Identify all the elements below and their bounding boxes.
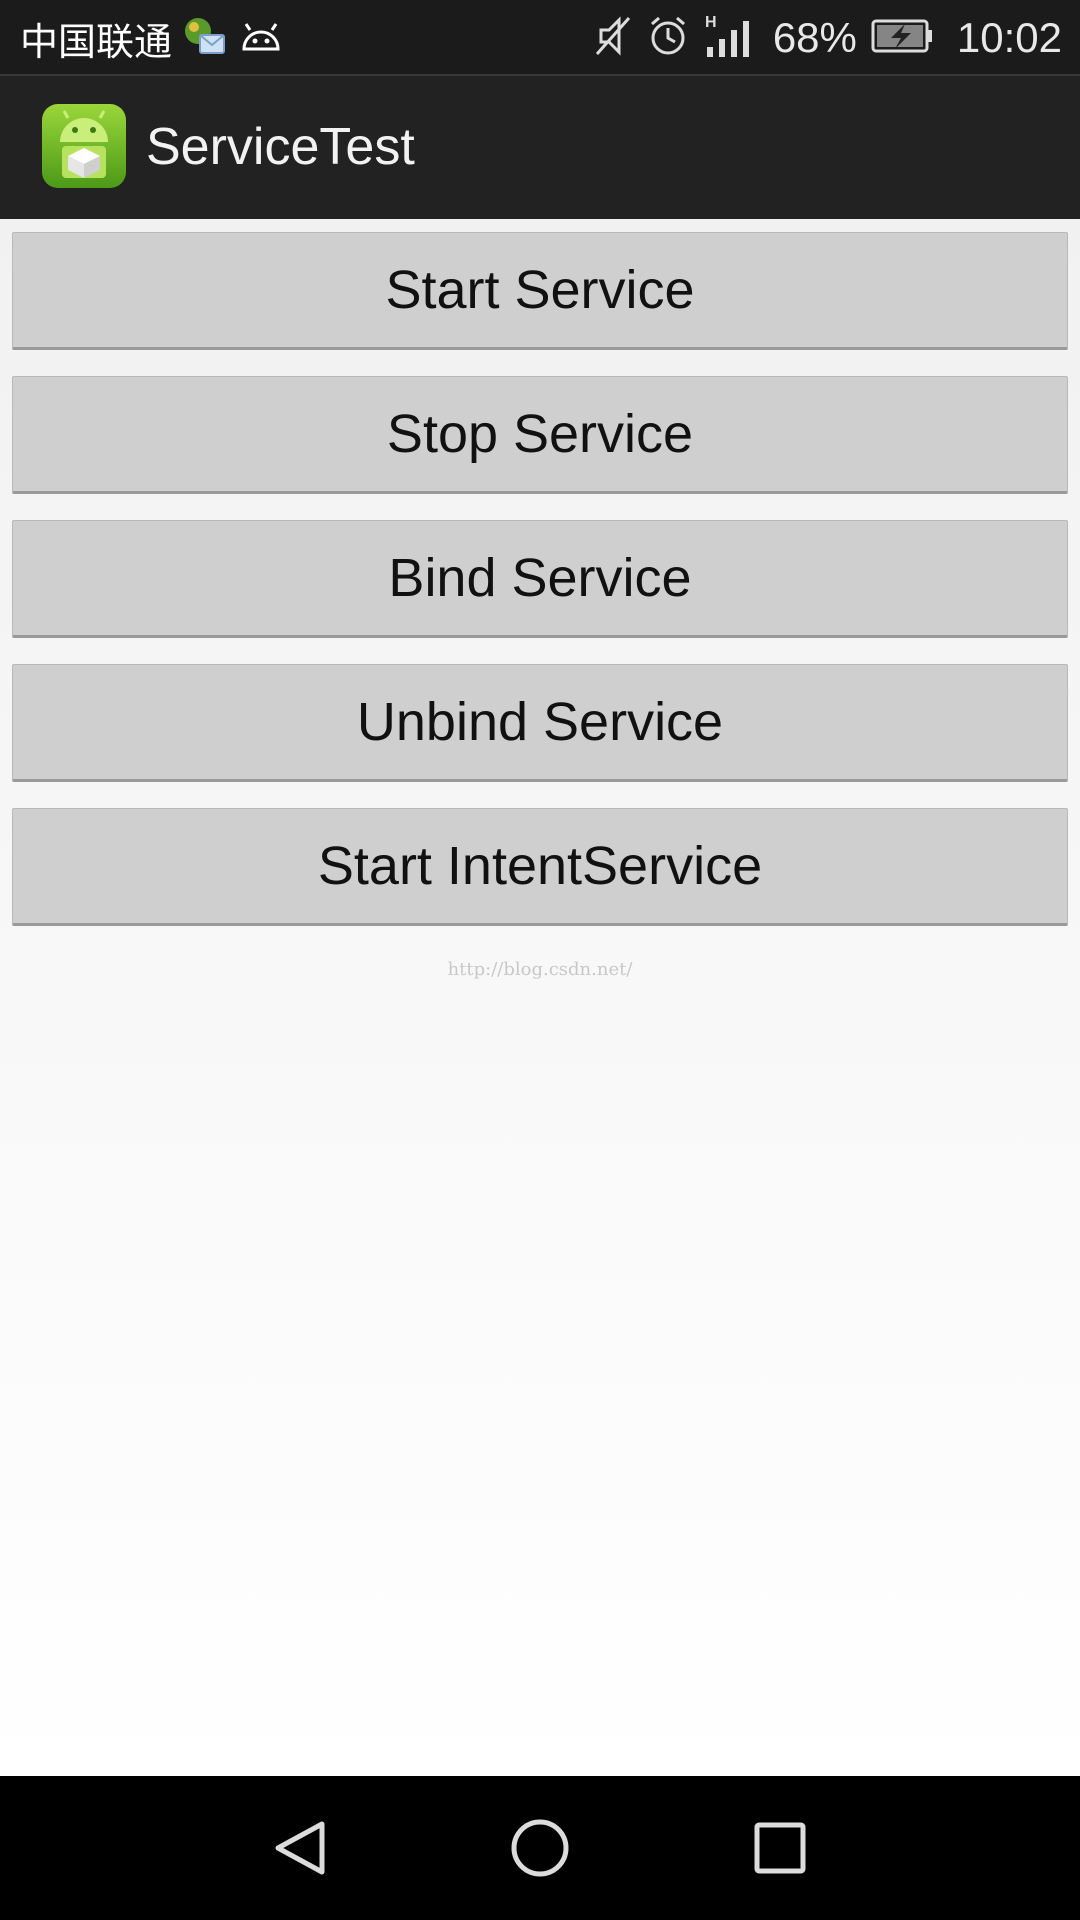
back-icon[interactable] [250, 1798, 350, 1898]
signal-icon: H [703, 11, 759, 66]
stop-service-button[interactable]: Stop Service [12, 376, 1068, 494]
mute-icon [593, 14, 633, 63]
unbind-service-button[interactable]: Unbind Service [12, 664, 1068, 782]
android-debug-icon [238, 15, 284, 61]
app-title: ServiceTest [146, 118, 415, 176]
status-left: 中国联通 [20, 0, 284, 76]
android-app-icon[interactable] [40, 102, 128, 190]
bind-service-button[interactable]: Bind Service [12, 520, 1068, 638]
watermark-text: http://blog.csdn.net/ [447, 959, 633, 980]
start-intentservice-button[interactable]: Start IntentService [12, 808, 1068, 926]
alarm-icon [647, 14, 689, 63]
status-right: H 68% 10:02 [593, 0, 1062, 76]
start-service-button[interactable]: Start Service [12, 232, 1068, 350]
battery-charging-icon [871, 18, 935, 59]
clock: 10:02 [956, 14, 1062, 61]
main-content: Start Service Stop Service Bind Service … [0, 219, 1080, 1776]
weather-mail-icon [182, 15, 228, 61]
navigation-bar [0, 1776, 1080, 1920]
home-icon[interactable] [490, 1798, 590, 1898]
recent-apps-icon[interactable] [730, 1798, 830, 1898]
battery-percent: 68% [772, 14, 857, 61]
carrier-name: 中国联通 [20, 19, 173, 64]
action-bar: ServiceTest [0, 76, 1080, 219]
signal-type-label: H [705, 14, 717, 31]
status-bar: 中国联通 H 68% 10:02 [0, 0, 1080, 76]
